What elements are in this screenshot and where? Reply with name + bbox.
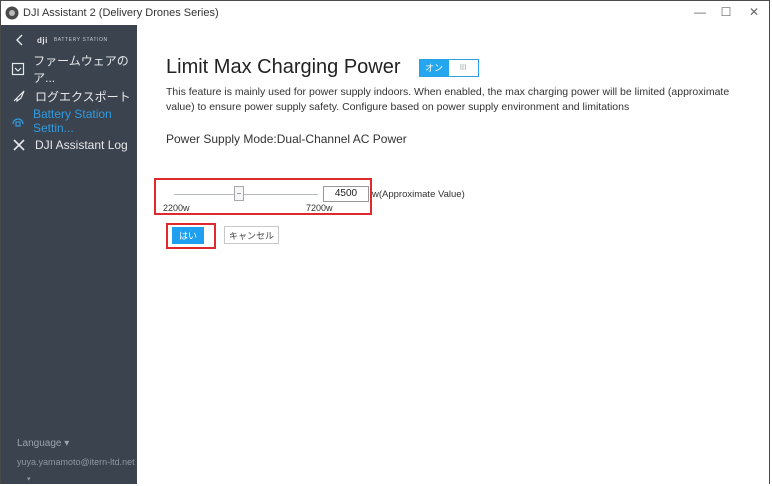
firmware-icon bbox=[11, 61, 25, 77]
power-value-input[interactable]: 4500 bbox=[323, 186, 369, 202]
rocket-icon bbox=[11, 88, 27, 104]
confirm-button[interactable]: はい bbox=[172, 227, 204, 244]
window-title: DJI Assistant 2 (Delivery Drones Series) bbox=[23, 7, 219, 19]
toggle-off-label: III bbox=[448, 59, 478, 76]
power-slider-track[interactable] bbox=[174, 194, 318, 195]
tools-icon bbox=[11, 137, 27, 153]
page-title: Limit Max Charging Power bbox=[166, 56, 401, 78]
sidebar-item-firmware[interactable]: ファームウェアのア... bbox=[1, 54, 137, 85]
sidebar: dji BATTERY STATION ファームウェアのア... ログエクスポー… bbox=[1, 25, 137, 484]
sidebar-item-label: ファームウェアのア... bbox=[33, 54, 129, 85]
maximize-button[interactable]: ☐ bbox=[712, 2, 740, 22]
account-email: yuya.yamamoto@itern-ltd.net bbox=[17, 457, 135, 467]
slider-max-label: 7200w bbox=[306, 203, 333, 213]
power-slider-thumb[interactable] bbox=[234, 186, 244, 201]
minimize-button[interactable]: — bbox=[686, 2, 714, 22]
title-bar: DJI Assistant 2 (Delivery Drones Series) bbox=[1, 1, 769, 25]
sidebar-item-battery-station-settings[interactable]: Battery Station Settin... bbox=[1, 107, 137, 135]
cancel-button[interactable]: キャンセル bbox=[224, 226, 279, 244]
slider-min-label: 2200w bbox=[163, 203, 190, 213]
app-icon bbox=[5, 6, 19, 20]
power-supply-mode: Power Supply Mode:Dual-Channel AC Power bbox=[166, 132, 407, 146]
close-button[interactable]: ✕ bbox=[740, 2, 768, 22]
sidebar-item-label: ログエクスポート bbox=[35, 89, 131, 104]
main-content: Limit Max Charging Power オン III This fea… bbox=[137, 25, 769, 484]
brand-logo: dji BATTERY STATION bbox=[37, 35, 108, 45]
power-unit-label: w(Approximate Value) bbox=[372, 189, 465, 200]
sidebar-item-label: DJI Assistant Log bbox=[35, 138, 128, 152]
battery-station-icon bbox=[11, 113, 25, 129]
title-row: Limit Max Charging Power オン III bbox=[166, 56, 479, 79]
sidebar-item-label: Battery Station Settin... bbox=[33, 107, 112, 135]
account-caret-icon[interactable]: ▾ bbox=[27, 475, 31, 483]
toggle-on-label: オン bbox=[419, 59, 449, 76]
back-icon[interactable] bbox=[13, 33, 27, 47]
language-selector[interactable]: Language ▾ bbox=[17, 438, 69, 449]
sidebar-item-log-export[interactable]: ログエクスポート bbox=[1, 84, 137, 108]
limit-power-toggle[interactable]: オン III bbox=[418, 58, 479, 77]
brand-subtitle: BATTERY STATION bbox=[53, 37, 108, 43]
feature-description: This feature is mainly used for power su… bbox=[166, 86, 730, 113]
sidebar-item-assistant-log[interactable]: DJI Assistant Log bbox=[1, 133, 137, 157]
dji-logo: dji bbox=[37, 35, 48, 45]
